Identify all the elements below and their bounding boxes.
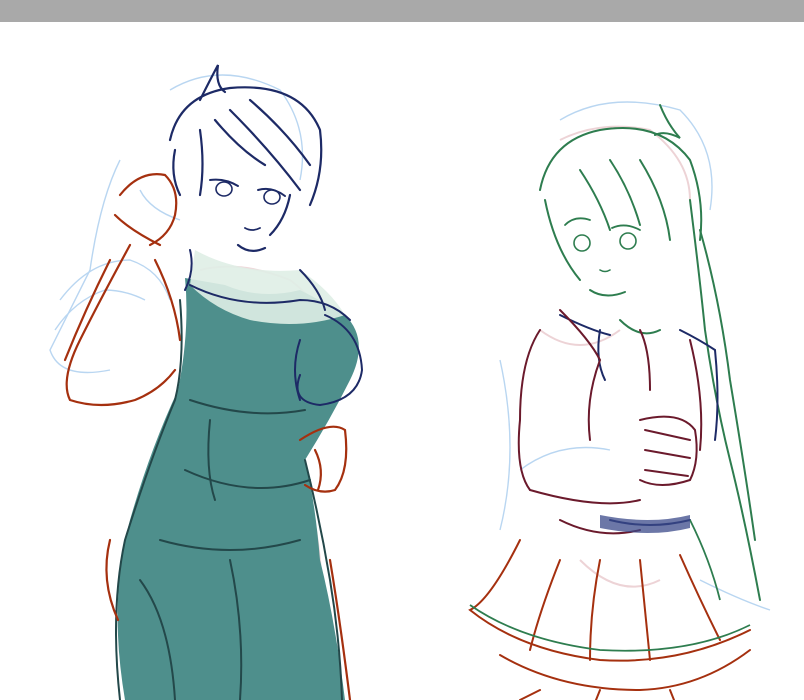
right-figure bbox=[468, 101, 771, 700]
belt-band bbox=[600, 515, 690, 533]
left-figure bbox=[49, 64, 364, 700]
top-bar bbox=[0, 0, 804, 22]
dress-fill bbox=[117, 278, 359, 700]
sketch-artwork bbox=[49, 64, 771, 700]
left-hair-lines bbox=[168, 64, 323, 252]
drawing-canvas bbox=[0, 22, 804, 700]
skirt-lines bbox=[468, 539, 751, 700]
jacket-lines bbox=[517, 309, 703, 535]
